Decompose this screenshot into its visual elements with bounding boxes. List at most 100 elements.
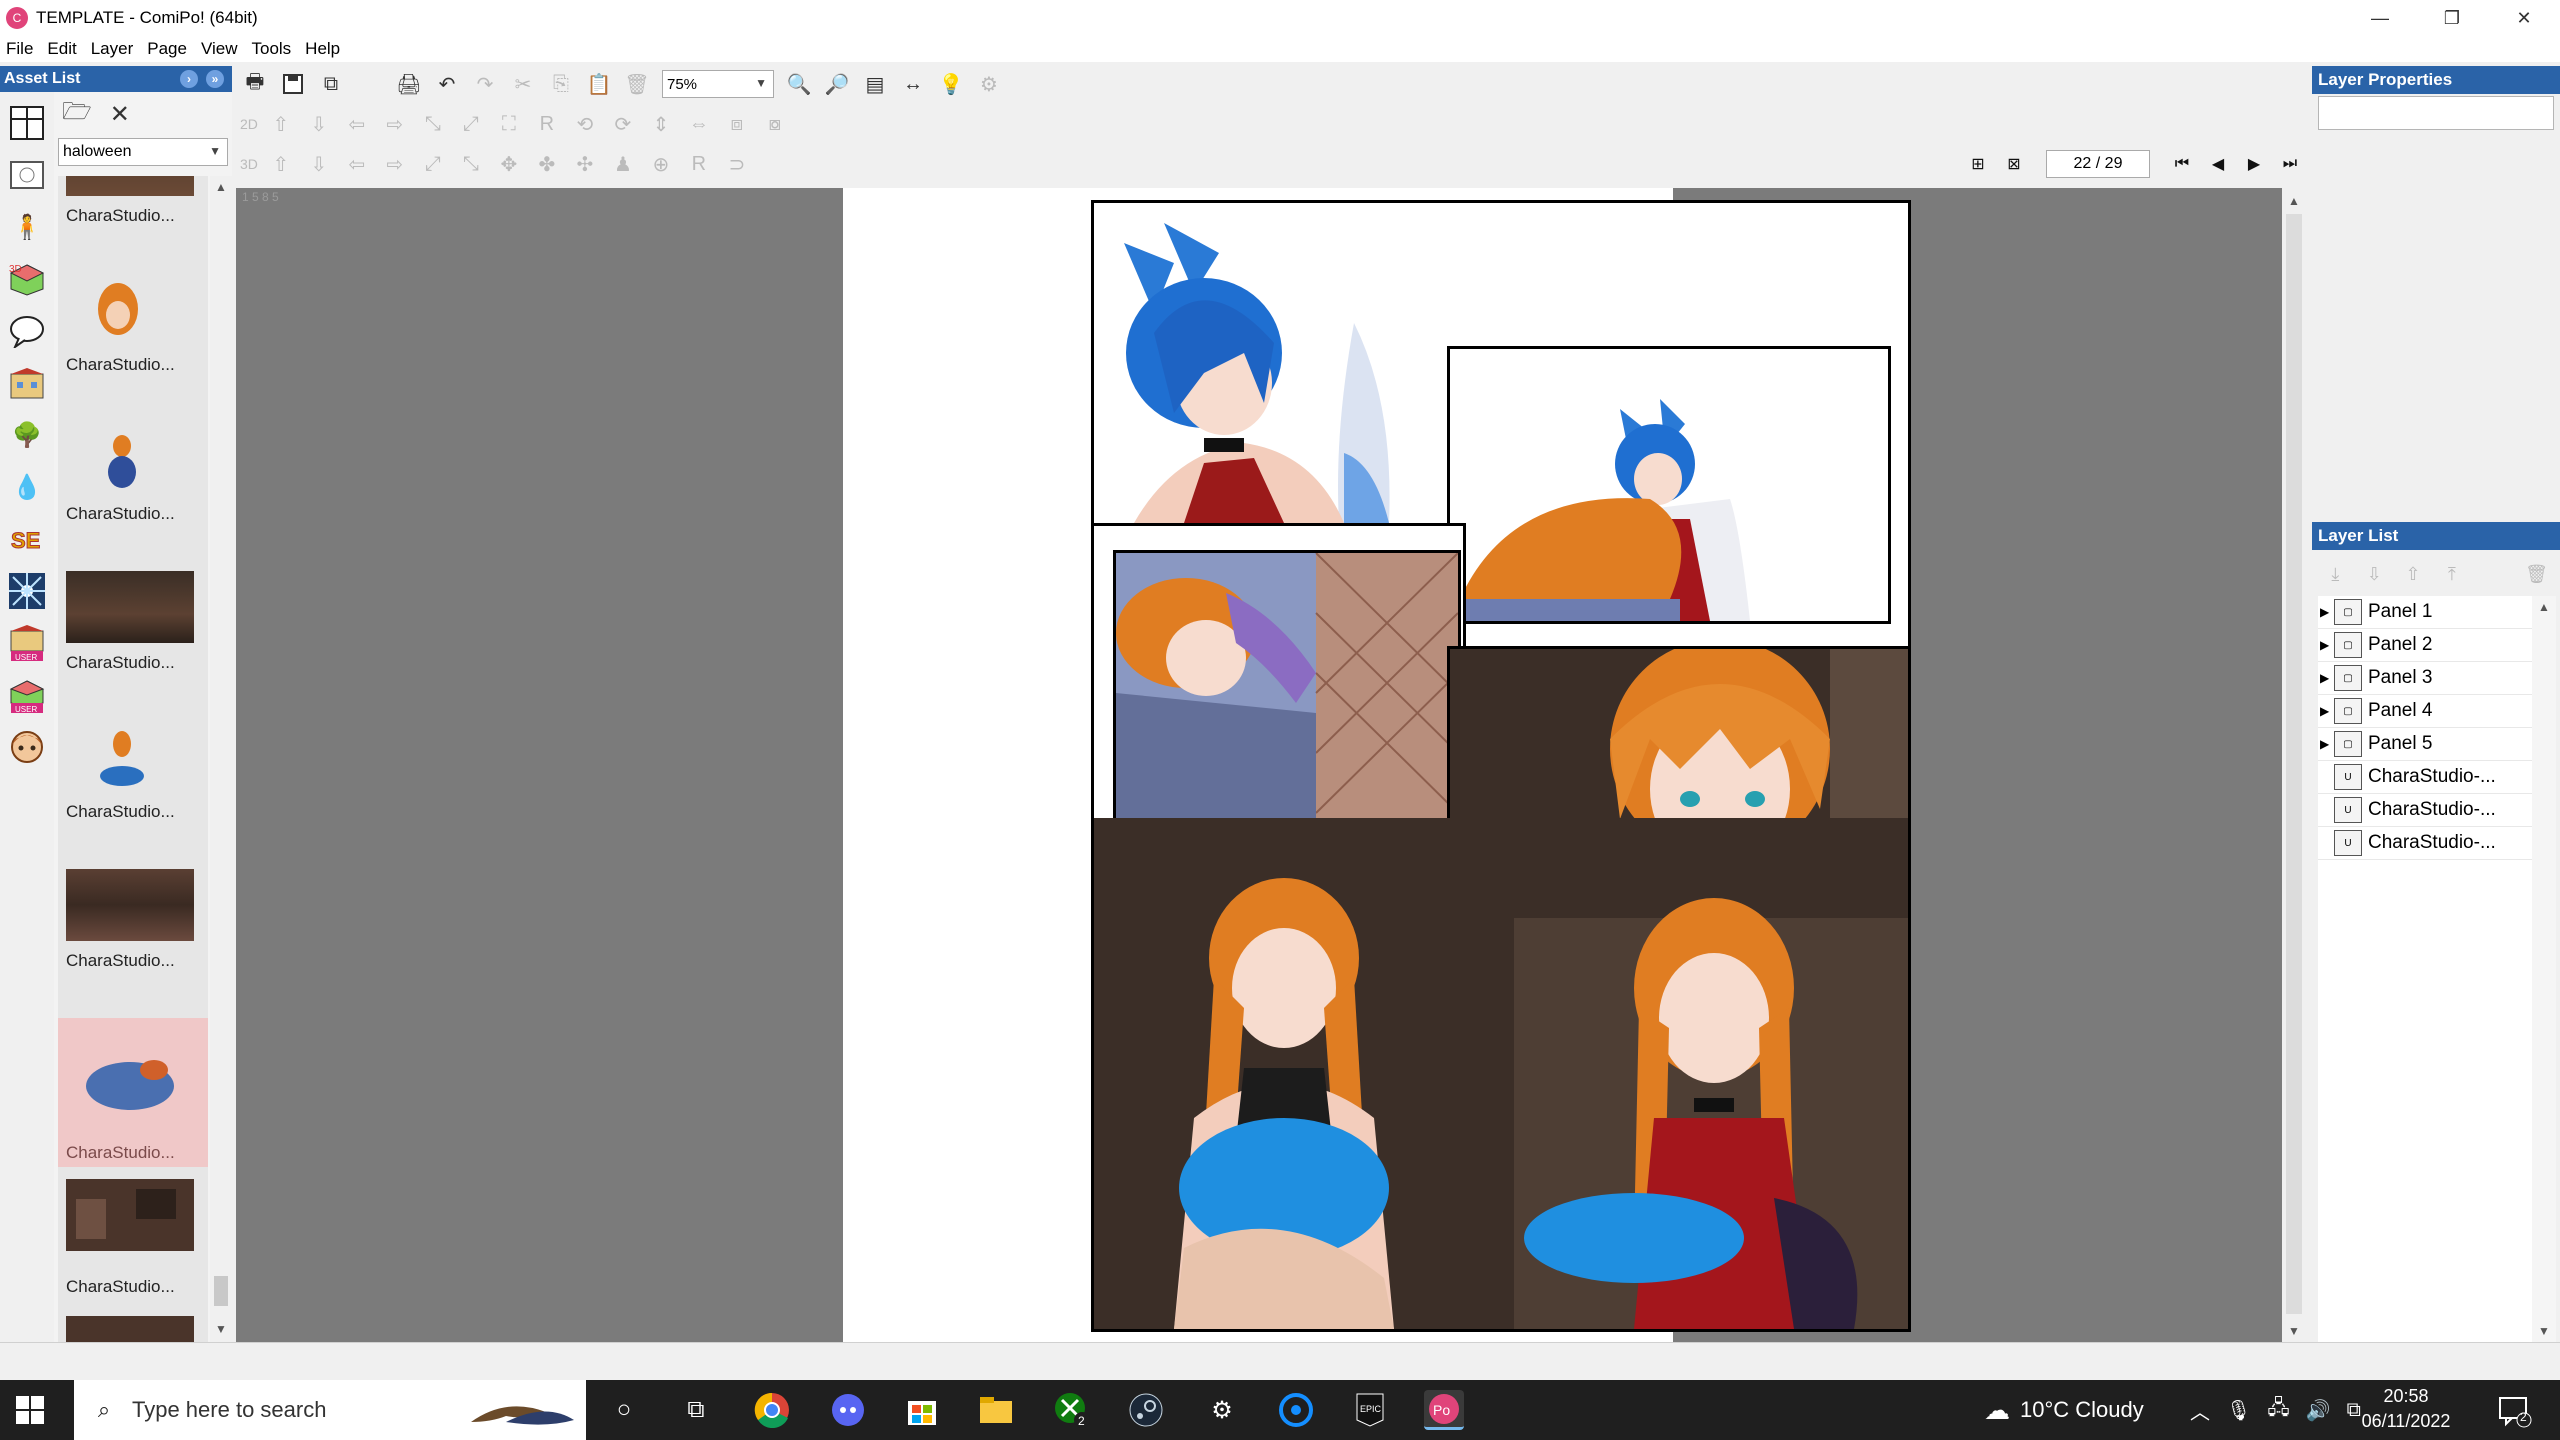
menu-edit[interactable]: Edit xyxy=(40,39,83,59)
3d-object-icon[interactable]: 3D xyxy=(6,258,48,300)
volume-icon[interactable]: 🔊 xyxy=(2306,1398,2331,1423)
file-explorer-icon[interactable] xyxy=(976,1390,1016,1430)
asset-item[interactable]: CharaStudio... xyxy=(58,422,208,571)
discord-icon[interactable] xyxy=(828,1390,868,1430)
scroll-thumb[interactable] xyxy=(2286,214,2302,1314)
asset-item[interactable]: CharaStudio... xyxy=(58,720,208,869)
speech-balloon-icon[interactable] xyxy=(6,310,48,352)
windows-start-icon[interactable] xyxy=(14,1394,46,1426)
drop-effect-icon[interactable]: 💧 xyxy=(6,466,48,508)
printer-icon[interactable]: 🖨 xyxy=(396,71,422,97)
scroll-down-icon[interactable]: ▼ xyxy=(2288,1324,2300,1338)
3d-rotate-y-icon[interactable]: ✤ xyxy=(534,151,560,177)
asset-item[interactable]: CharaStudio... xyxy=(58,571,208,720)
user-3d-object-icon[interactable]: USER xyxy=(6,674,48,716)
delete-page-icon[interactable]: ⊠ xyxy=(2001,151,2027,177)
delete-layer-icon[interactable]: 🗑 xyxy=(2524,561,2549,587)
panel-layout-icon[interactable] xyxy=(6,102,48,144)
3d-pose-icon[interactable]: ♟ xyxy=(610,151,636,177)
network-icon[interactable]: 🖧 xyxy=(2267,1393,2289,1427)
paste-icon[interactable]: 📋 xyxy=(586,71,612,97)
asset-item[interactable]: CharaStudio... xyxy=(58,869,208,1018)
last-page-icon[interactable]: ⏭ xyxy=(2277,151,2303,177)
3d-rotate-x-icon[interactable]: ✥ xyxy=(496,151,522,177)
3d-zoom-in-icon[interactable]: ⤢ xyxy=(420,151,446,177)
layer-row-chara-1[interactable]: U CharaStudio-... xyxy=(2318,761,2532,794)
zoom-in-icon[interactable]: 🔍 xyxy=(786,71,812,97)
scale-up-icon[interactable]: ⤢ xyxy=(458,111,484,137)
zoom-select[interactable]: 75% ▼ xyxy=(662,70,774,98)
tree-icon[interactable]: 🌳 xyxy=(6,414,48,456)
asset-scrollbar[interactable]: ▲ ▼ xyxy=(210,176,232,1342)
scroll-up-icon[interactable]: ▲ xyxy=(2288,194,2300,208)
scroll-down-icon[interactable]: ▼ xyxy=(2538,1324,2550,1338)
xbox-icon[interactable]: 2 xyxy=(1052,1390,1092,1430)
notification-center-icon[interactable]: 2 xyxy=(2494,1390,2534,1430)
scroll-thumb[interactable] xyxy=(214,1276,228,1306)
user-character-icon[interactable] xyxy=(6,726,48,768)
3d-move-left-icon[interactable]: ⇦ xyxy=(344,151,370,177)
bring-front-icon[interactable]: ⧈ xyxy=(724,111,750,137)
move-layer-top-icon[interactable]: ⤒ xyxy=(2439,561,2464,587)
weather-widget[interactable]: ☁ 10°C Cloudy xyxy=(1984,1380,2144,1440)
comipo-taskbar-icon[interactable]: Po xyxy=(1424,1390,1464,1430)
3d-link-icon[interactable]: ⊃ xyxy=(724,151,750,177)
light-icon[interactable]: 💡 xyxy=(938,71,964,97)
settings-gear-icon[interactable]: ⚙ xyxy=(1202,1390,1242,1430)
menu-page[interactable]: Page xyxy=(140,39,194,59)
microsoft-store-icon[interactable] xyxy=(902,1390,942,1430)
undo-icon[interactable]: ↶ xyxy=(434,71,460,97)
expand-icon[interactable]: ⛶ xyxy=(496,111,522,137)
fit-page-icon[interactable]: ▤ xyxy=(862,71,888,97)
canvas-vertical-scrollbar[interactable]: ▲ ▼ xyxy=(2282,188,2306,1342)
comic-page[interactable] xyxy=(843,188,1911,1342)
layer-row-panel-4[interactable]: ▶ ▢ Panel 4 xyxy=(2318,695,2532,728)
layer-row-chara-2[interactable]: U CharaStudio-... xyxy=(2318,794,2532,827)
3d-zoom-out-icon[interactable]: ⤡ xyxy=(458,151,484,177)
burst-effect-icon[interactable] xyxy=(6,570,48,612)
menu-view[interactable]: View xyxy=(194,39,245,59)
collapse-icon[interactable]: › xyxy=(180,70,198,88)
battlenet-icon[interactable] xyxy=(1276,1390,1316,1430)
prev-page-icon[interactable]: ◀ xyxy=(2205,151,2231,177)
layer-properties-field[interactable] xyxy=(2318,96,2554,130)
layer-row-chara-3[interactable]: U CharaStudio-... xyxy=(2318,827,2532,860)
send-back-icon[interactable]: ⧇ xyxy=(762,111,788,137)
save-icon[interactable] xyxy=(280,71,306,97)
fit-width-icon[interactable]: ↔ xyxy=(900,71,926,97)
user-background-icon[interactable]: USER xyxy=(6,622,48,664)
comic-panel-3-inset[interactable] xyxy=(1113,550,1461,825)
epic-games-icon[interactable]: EPIC xyxy=(1350,1390,1390,1430)
layer-row-panel-1[interactable]: ▶ ▢ Panel 1 xyxy=(2318,596,2532,629)
menu-layer[interactable]: Layer xyxy=(84,39,141,59)
delete-asset-icon[interactable]: ✕ xyxy=(110,100,130,129)
expand-icon[interactable]: ▶ xyxy=(2320,605,2334,619)
close-button[interactable]: ✕ xyxy=(2488,0,2560,36)
minimize-button[interactable]: — xyxy=(2344,0,2416,36)
print-icon[interactable]: 🖶 xyxy=(242,71,268,97)
expand-icon[interactable]: ▶ xyxy=(2320,704,2334,718)
pin-icon[interactable]: » xyxy=(206,70,224,88)
asset-item[interactable]: CharaStudio... xyxy=(58,273,208,422)
expand-icon[interactable]: ▶ xyxy=(2320,737,2334,751)
microphone-icon[interactable]: 🎙 xyxy=(2226,1398,2251,1423)
taskbar-search-box[interactable]: ⌕ Type here to search xyxy=(74,1380,586,1440)
copy-icon[interactable]: ⎘ xyxy=(548,71,574,97)
chrome-icon[interactable] xyxy=(752,1390,792,1430)
move-layer-down-icon[interactable]: ⇩ xyxy=(2362,561,2387,587)
comic-panel-1[interactable] xyxy=(1091,200,1466,526)
3d-reset-icon[interactable]: R xyxy=(686,151,712,177)
scroll-down-icon[interactable]: ▼ xyxy=(215,1322,227,1336)
scroll-up-icon[interactable]: ▲ xyxy=(215,180,227,194)
expand-icon[interactable]: ▶ xyxy=(2320,638,2334,652)
3d-move-down-icon[interactable]: ⇩ xyxy=(306,151,332,177)
menu-help[interactable]: Help xyxy=(298,39,347,59)
tray-expand-icon[interactable]: ︿ xyxy=(2190,1396,2210,1425)
open-folder-icon[interactable]: 🗁 xyxy=(62,94,92,135)
first-page-icon[interactable]: ⏮ xyxy=(2169,151,2195,177)
panel-effect-icon[interactable] xyxy=(6,154,48,196)
3d-camera-icon[interactable]: ⊕ xyxy=(648,151,674,177)
task-view-icon[interactable]: ⧉ xyxy=(676,1390,716,1430)
steam-icon[interactable] xyxy=(1126,1390,1166,1430)
asset-item[interactable]: CharaStudio... xyxy=(58,176,208,273)
